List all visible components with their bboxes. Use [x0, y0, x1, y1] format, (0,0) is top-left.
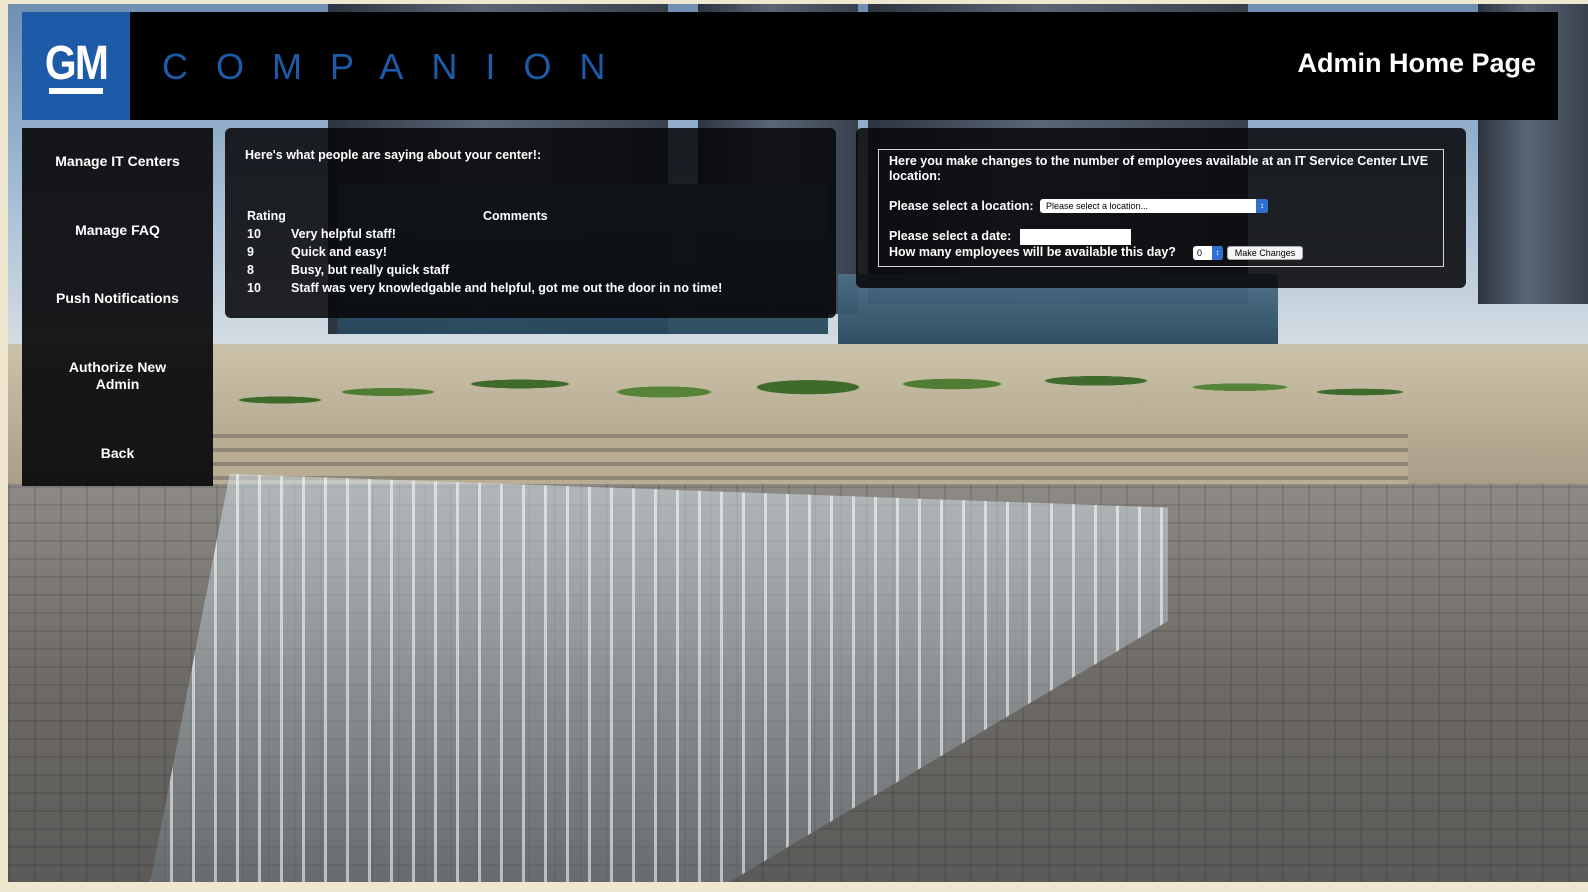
make-changes-button[interactable]: Make Changes	[1227, 246, 1303, 260]
review-comment: Very helpful staff!	[291, 227, 396, 241]
rating-column-header: Rating	[247, 209, 286, 223]
employees-label: How many employees will be available thi…	[889, 245, 1176, 259]
gm-logo[interactable]: GM	[22, 12, 130, 120]
sidebar-item-manage-it-centers[interactable]: Manage IT Centers	[22, 153, 213, 170]
background-trees	[208, 304, 1408, 464]
review-row: 10 Staff was very knowledgable and helpfu…	[247, 281, 722, 295]
date-input[interactable]	[1020, 229, 1131, 245]
sidebar-item-push-notifications[interactable]: Push Notifications	[22, 290, 213, 307]
page-title: Admin Home Page	[1297, 48, 1536, 78]
comments-heading: Here's what people are saying about your…	[245, 148, 542, 162]
staffing-panel: Here you make changes to the number of e…	[856, 128, 1466, 288]
sidebar-item-manage-faq[interactable]: Manage FAQ	[22, 222, 213, 239]
review-comment: Quick and easy!	[291, 245, 387, 259]
review-row: 8 Busy, but really quick staff	[247, 263, 449, 277]
sidebar-item-back[interactable]: Back	[22, 445, 213, 462]
select-arrows-icon: ↕	[1256, 199, 1268, 213]
review-comment: Busy, but really quick staff	[291, 263, 450, 277]
comments-column-header: Comments	[483, 209, 548, 223]
staffing-form: Here you make changes to the number of e…	[878, 149, 1444, 267]
employees-count-select[interactable]: 0 ↕	[1193, 246, 1223, 260]
gm-logo-text: GM	[44, 37, 109, 90]
sidebar: Manage IT Centers Manage FAQ Push Notifi…	[22, 128, 213, 486]
review-rating: 10	[247, 227, 261, 241]
staffing-intro: Here you make changes to the number of e…	[889, 154, 1429, 183]
date-label: Please select a date:	[889, 229, 1012, 243]
review-row: 9 Quick and easy!	[247, 245, 387, 259]
comments-panel: Here's what people are saying about your…	[225, 128, 836, 318]
select-arrows-icon: ↕	[1212, 246, 1223, 260]
location-select[interactable]: Please select a location... ↕	[1040, 199, 1268, 213]
location-label: Please select a location:	[889, 199, 1034, 213]
brand-wordmark: COMPANION	[162, 46, 634, 87]
sidebar-item-authorize-new-admin[interactable]: Authorize New Admin	[54, 359, 181, 393]
review-rating: 10	[247, 281, 261, 295]
header-bar: GM COMPANION Admin Home Page	[22, 12, 1558, 120]
review-rating: 9	[247, 245, 254, 259]
employees-count-value: 0	[1197, 248, 1203, 258]
review-rating: 8	[247, 263, 254, 277]
location-select-value: Please select a location...	[1046, 201, 1149, 211]
gm-logo-underline	[49, 88, 103, 94]
review-comment: Staff was very knowledgable and helpful,…	[291, 281, 723, 295]
review-row: 10 Very helpful staff!	[247, 227, 396, 241]
